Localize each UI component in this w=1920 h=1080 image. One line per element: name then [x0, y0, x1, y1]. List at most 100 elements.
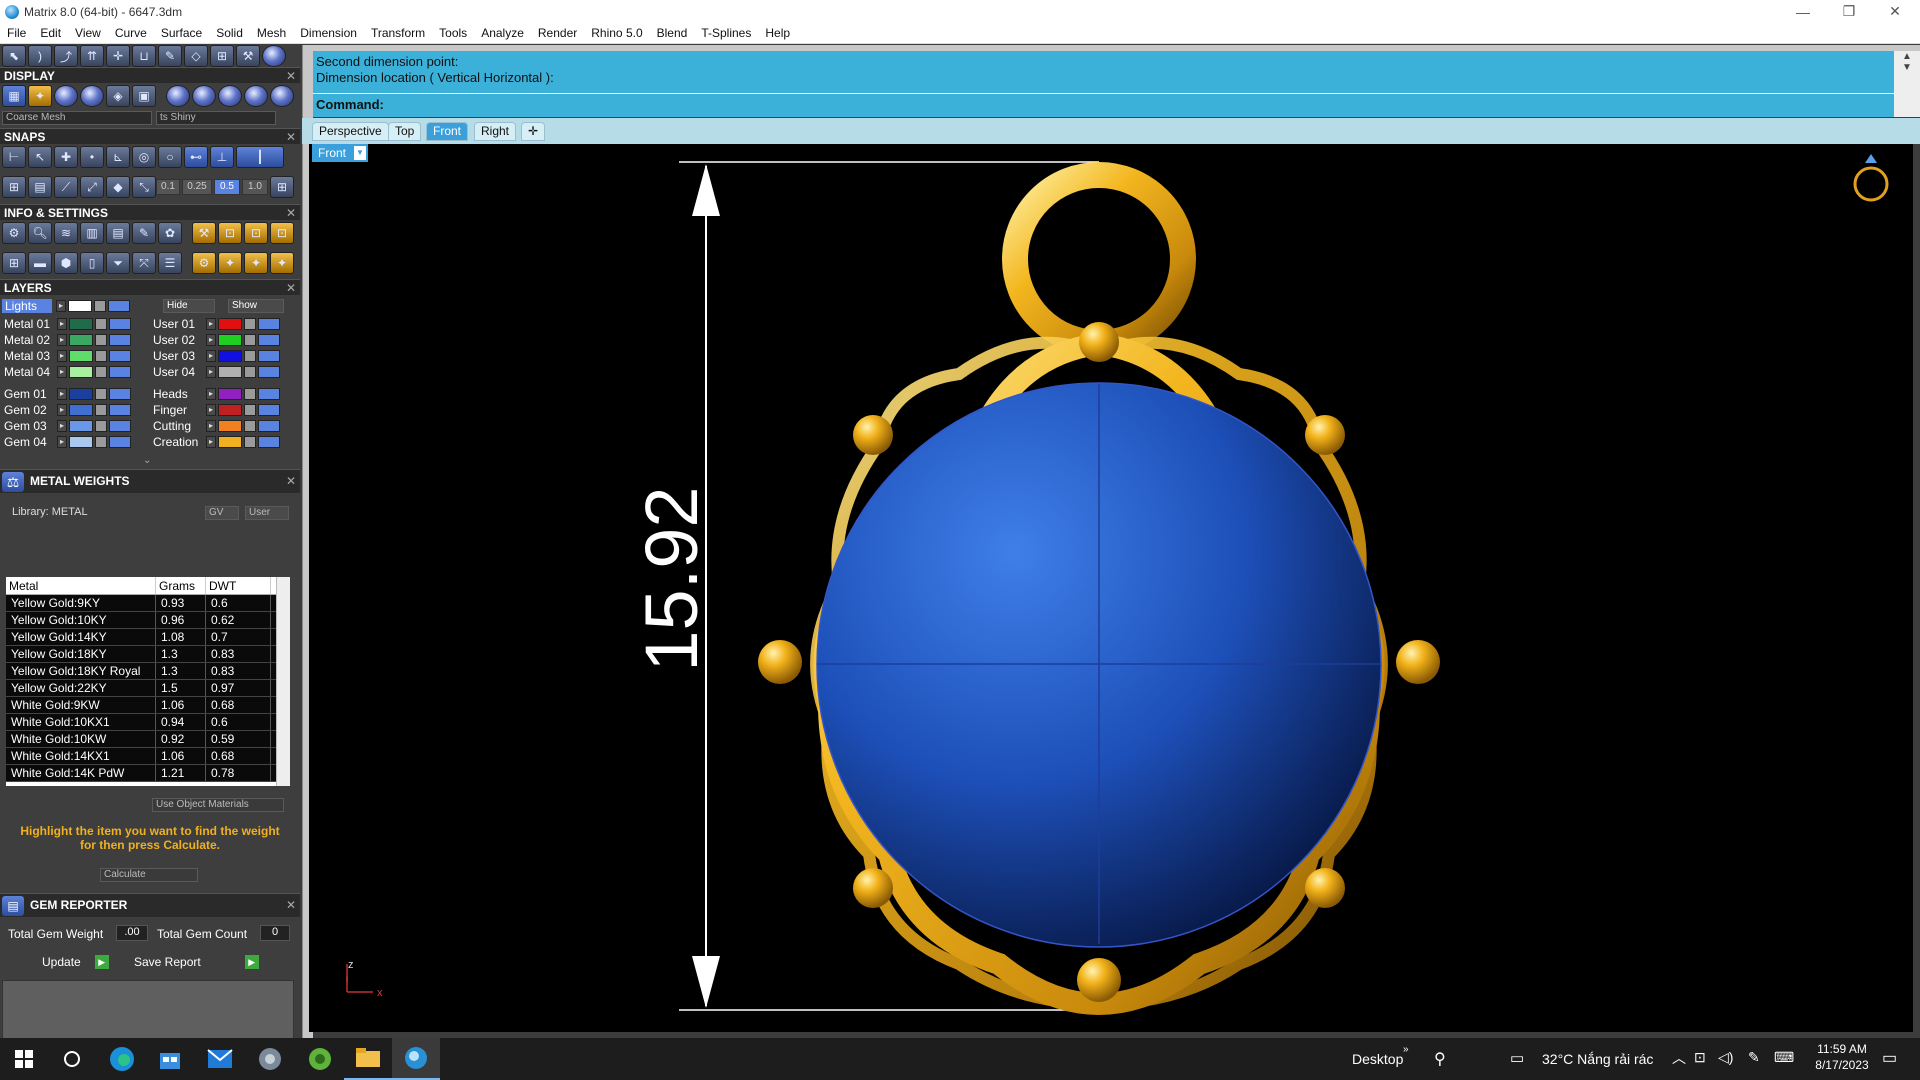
close-icon[interactable]: ✕: [286, 898, 296, 912]
minimize-button[interactable]: —: [1780, 0, 1826, 23]
volume-icon[interactable]: ◁): [1718, 1049, 1733, 1066]
layer-row[interactable]: User 04 ▸: [153, 364, 280, 379]
menu-analyze[interactable]: Analyze: [474, 26, 531, 40]
user-toggle[interactable]: User: [245, 506, 289, 520]
ring-nav-icon[interactable]: [1853, 154, 1889, 202]
cube-icon[interactable]: ⬢: [54, 252, 78, 274]
menu-render[interactable]: Render: [531, 26, 584, 40]
expand-icon[interactable]: ▸: [57, 349, 67, 362]
lock-icon[interactable]: [244, 333, 256, 346]
edge-browser-icon[interactable]: [98, 1038, 146, 1080]
rhino-app-icon[interactable]: [246, 1038, 294, 1080]
layer-row[interactable]: Metal 02 ▸: [4, 332, 131, 347]
snap-grid-icon[interactable]: ⊞: [270, 176, 294, 198]
close-icon[interactable]: ✕: [286, 205, 296, 221]
layer-color-swatch[interactable]: [218, 317, 242, 330]
menu-help[interactable]: Help: [758, 26, 797, 40]
lock-icon[interactable]: [95, 333, 107, 346]
visibility-toggle[interactable]: [258, 317, 280, 330]
table-scrollbar[interactable]: [276, 577, 290, 786]
analyze-tool-icon[interactable]: ⚒: [236, 45, 260, 67]
expand-icon[interactable]: ▸: [206, 387, 216, 400]
use-object-materials-button[interactable]: Use Object Materials: [152, 798, 284, 812]
command-scrollbar[interactable]: ▲ ▼: [1894, 51, 1920, 117]
layer-color-swatch[interactable]: [218, 349, 242, 362]
tool-b-icon[interactable]: ⊡: [218, 222, 242, 244]
layer-row[interactable]: Cutting ▸: [153, 418, 280, 433]
lock-icon[interactable]: [244, 365, 256, 378]
material-ball-5-icon[interactable]: [270, 85, 294, 107]
glossy-ball-icon[interactable]: [80, 85, 104, 107]
expand-icon[interactable]: ▸: [206, 435, 216, 448]
visibility-toggle[interactable]: [108, 299, 130, 312]
expand-icon[interactable]: ▸: [57, 435, 67, 448]
visibility-toggle[interactable]: [109, 387, 131, 400]
layer-color-swatch[interactable]: [218, 387, 242, 400]
layers-icon[interactable]: ≋: [54, 222, 78, 244]
transform-icon[interactable]: ⤧: [132, 252, 156, 274]
layer-row[interactable]: User 02 ▸: [153, 332, 280, 347]
command-input[interactable]: [389, 96, 1889, 114]
lock-icon[interactable]: [95, 387, 107, 400]
surface-snap-icon[interactable]: ◆: [106, 176, 130, 198]
table-row[interactable]: Yellow Gold:14KY 1.08 0.7: [6, 629, 290, 646]
material-ball-1-icon[interactable]: [166, 85, 190, 107]
tool-c-icon[interactable]: ⊡: [244, 222, 268, 244]
palette-icon[interactable]: ✿: [158, 222, 182, 244]
expand-icon[interactable]: ▸: [56, 299, 66, 312]
xray-view-icon[interactable]: ▣: [132, 85, 156, 107]
visibility-toggle[interactable]: [258, 403, 280, 416]
layer-row[interactable]: Creation ▸: [153, 434, 280, 449]
show-button[interactable]: Show: [228, 299, 284, 313]
table-row[interactable]: Yellow Gold:9KY 0.93 0.6: [6, 595, 290, 612]
layer-row[interactable]: Gem 03 ▸: [4, 418, 131, 433]
table-row[interactable]: White Gold:10KW 0.92 0.59: [6, 731, 290, 748]
people-icon[interactable]: ⚲: [1434, 1049, 1446, 1069]
visibility-toggle[interactable]: [109, 435, 131, 448]
collapse-chevron-icon[interactable]: ⌄: [143, 455, 151, 466]
window-icon[interactable]: ▬: [28, 252, 52, 274]
planar-snap-icon[interactable]: ┃: [236, 146, 284, 168]
point-snap-icon[interactable]: ✚: [54, 146, 78, 168]
lock-icon[interactable]: [95, 365, 107, 378]
visibility-toggle[interactable]: [258, 387, 280, 400]
expand-icon[interactable]: ▸: [57, 333, 67, 346]
expand-icon[interactable]: ▸: [57, 403, 67, 416]
edit-tool-icon[interactable]: ✎: [158, 45, 182, 67]
boolean-tool-icon[interactable]: ⊔: [132, 45, 156, 67]
maximize-button[interactable]: ❐: [1826, 0, 1872, 23]
layer-row[interactable]: Gem 01 ▸: [4, 386, 131, 401]
menu-dimension[interactable]: Dimension: [293, 26, 364, 40]
layer-row[interactable]: Gem 04 ▸: [4, 434, 131, 449]
dwt-column-header[interactable]: DWT: [206, 577, 271, 594]
weather-text[interactable]: 32°C Nắng rải rác: [1542, 1051, 1653, 1067]
layer-row[interactable]: User 01 ▸: [153, 316, 280, 331]
project-snap-icon[interactable]: ⤢: [80, 176, 104, 198]
visibility-toggle[interactable]: [109, 365, 131, 378]
expand-icon[interactable]: ▸: [206, 365, 216, 378]
fillet-tool-icon[interactable]: ⤴: [54, 45, 78, 67]
gv-toggle[interactable]: GV: [205, 506, 239, 520]
layer-color-swatch[interactable]: [69, 333, 93, 346]
tool-a-icon[interactable]: ⚒: [192, 222, 216, 244]
expand-icon[interactable]: ▸: [206, 317, 216, 330]
grams-column-header[interactable]: Grams: [156, 577, 206, 594]
material-select[interactable]: ts Shiny: [156, 111, 276, 125]
lock-icon[interactable]: [244, 387, 256, 400]
visibility-toggle[interactable]: [109, 403, 131, 416]
lock-icon[interactable]: [95, 419, 107, 432]
expand-icon[interactable]: ▸: [57, 317, 67, 330]
shaded-ball-icon[interactable]: [54, 85, 78, 107]
tool-e-icon[interactable]: ⚙: [192, 252, 216, 274]
menu-view[interactable]: View: [68, 26, 108, 40]
layer-color-swatch[interactable]: [218, 365, 242, 378]
layer-color-swatch[interactable]: [218, 435, 242, 448]
matrix-taskbar-icon[interactable]: [392, 1038, 440, 1080]
layer-row[interactable]: Gem 02 ▸: [4, 402, 131, 417]
visibility-toggle[interactable]: [258, 365, 280, 378]
snap-value-0-25[interactable]: 0.25: [182, 179, 212, 195]
front-viewport[interactable]: Front ▼ 15.92 z x: [309, 144, 1913, 1032]
table-row[interactable]: White Gold:14KX1 1.06 0.68: [6, 748, 290, 765]
table-row[interactable]: White Gold:14K PdW 1.21 0.78: [6, 765, 290, 782]
quad-snap-icon[interactable]: ○: [158, 146, 182, 168]
